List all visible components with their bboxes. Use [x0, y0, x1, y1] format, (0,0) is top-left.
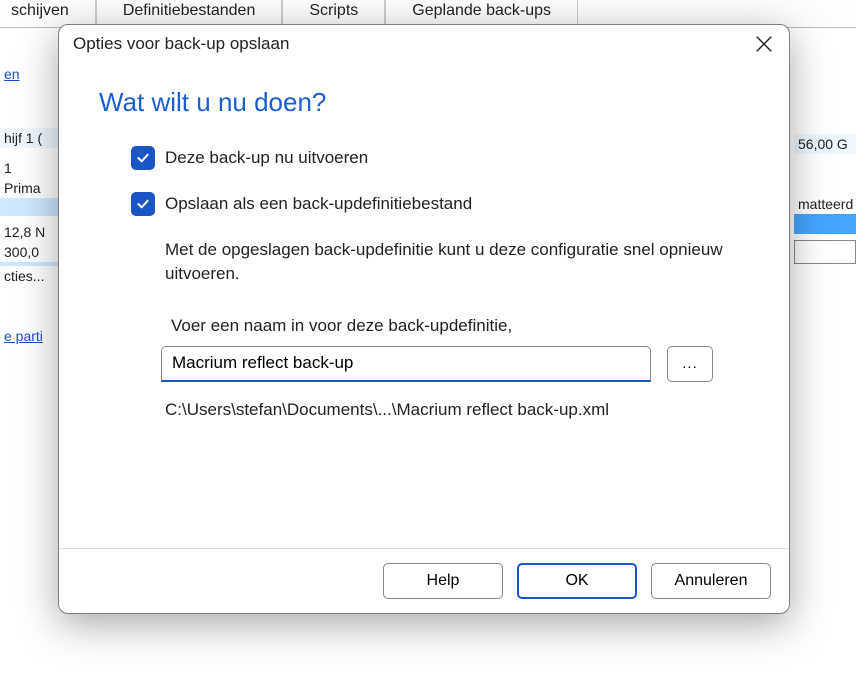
dialog-title: Opties voor back-up opslaan [73, 34, 289, 54]
dialog-body: Wat wilt u nu doen? Deze back-up nu uitv… [59, 59, 789, 548]
bg-link: en [0, 64, 62, 84]
bg-left-fragments: en hijf 1 ( 1 Prima 12,8 N 300,0 cties..… [0, 28, 62, 346]
bg-size1: 12,8 N [0, 222, 62, 242]
definition-path: C:\Users\stefan\Documents\...\Macrium re… [165, 400, 749, 420]
save-backup-options-dialog: Opties voor back-up opslaan Wat wilt u n… [58, 24, 790, 614]
definition-name-input[interactable] [161, 346, 651, 382]
bg-num: 1 [0, 158, 62, 178]
dialog-titlebar: Opties voor back-up opslaan [59, 25, 789, 59]
bg-size2: 300,0 [0, 242, 62, 262]
bg-gsize: 56,00 G [794, 134, 856, 154]
dialog-footer: Help OK Annuleren [59, 548, 789, 613]
bg-selected-bar [0, 198, 62, 216]
save-description: Met de opgeslagen back-updefinitie kunt … [165, 238, 725, 286]
bg-right-box [794, 240, 856, 264]
ok-button[interactable]: OK [517, 563, 637, 599]
tab-disks[interactable]: schijven [0, 0, 96, 27]
save-definition-label: Opslaan als een back-updefinitiebestand [165, 194, 472, 214]
dialog-heading: Wat wilt u nu doen? [99, 87, 749, 118]
bg-right-fragments: 56,00 G matteerd [794, 28, 856, 264]
name-input-row: ... [161, 346, 749, 382]
save-definition-checkbox[interactable] [131, 192, 155, 216]
tab-scripts[interactable]: Scripts [282, 0, 385, 27]
tab-scheduled[interactable]: Geplande back-ups [385, 0, 578, 27]
cancel-button[interactable]: Annuleren [651, 563, 771, 599]
bg-primary: Prima [0, 178, 62, 198]
tab-definitions[interactable]: Definitiebestanden [96, 0, 283, 27]
run-now-label: Deze back-up nu uitvoeren [165, 148, 368, 168]
bg-parti: e parti [0, 326, 62, 346]
close-icon[interactable] [753, 33, 775, 55]
bg-disk-label: hijf 1 ( [0, 128, 62, 148]
bg-actions: cties... [0, 266, 62, 286]
name-field-label: Voer een naam in voor deze back-updefini… [171, 316, 749, 336]
bg-formatted: matteerd [794, 194, 856, 214]
run-now-row[interactable]: Deze back-up nu uitvoeren [131, 146, 749, 170]
run-now-checkbox[interactable] [131, 146, 155, 170]
save-definition-row[interactable]: Opslaan als een back-updefinitiebestand [131, 192, 749, 216]
help-button[interactable]: Help [383, 563, 503, 599]
browse-button[interactable]: ... [667, 346, 713, 382]
bg-right-selected [794, 214, 856, 234]
